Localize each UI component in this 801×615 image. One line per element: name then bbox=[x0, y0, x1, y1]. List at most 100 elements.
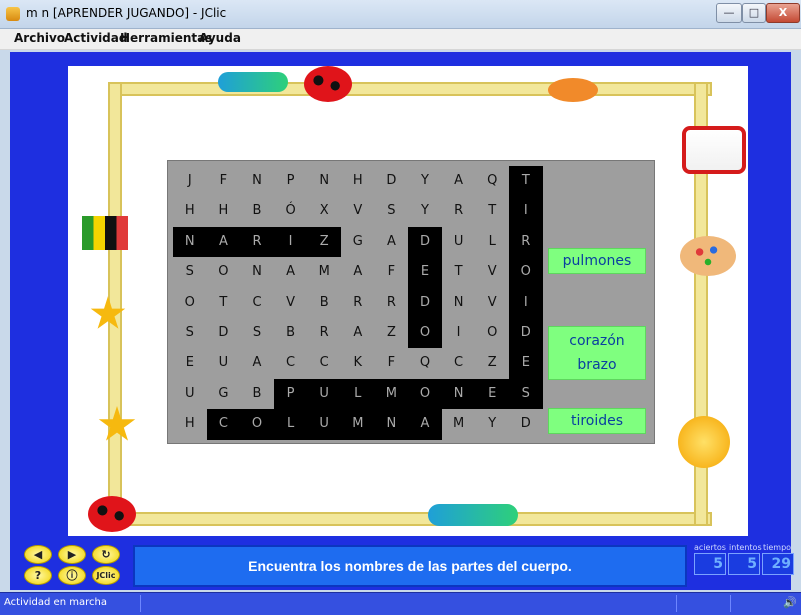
close-button[interactable]: X bbox=[766, 3, 800, 23]
grid-cell[interactable]: O bbox=[240, 409, 274, 440]
grid-cell[interactable]: C bbox=[206, 409, 241, 440]
grid-cell[interactable]: V bbox=[475, 288, 509, 318]
grid-cell[interactable]: A bbox=[274, 257, 308, 287]
grid-cell[interactable]: A bbox=[408, 409, 442, 440]
grid-cell[interactable]: H bbox=[207, 196, 241, 226]
grid-cell[interactable]: Q bbox=[475, 166, 509, 196]
grid-cell[interactable]: Z bbox=[307, 226, 341, 258]
grid-cell[interactable]: N bbox=[442, 288, 476, 318]
grid-cell[interactable]: U bbox=[173, 379, 207, 409]
reset-activity-button[interactable]: ↻ bbox=[92, 545, 120, 564]
grid-cell[interactable]: T bbox=[509, 166, 543, 197]
grid-cell[interactable]: S bbox=[173, 318, 207, 348]
grid-cell[interactable]: Q bbox=[408, 348, 442, 378]
grid-cell[interactable]: R bbox=[509, 226, 543, 258]
grid-cell[interactable]: R bbox=[442, 196, 476, 226]
grid-cell[interactable]: O bbox=[408, 378, 442, 410]
grid-cell[interactable]: F bbox=[375, 257, 409, 287]
grid-cell[interactable]: N bbox=[173, 226, 207, 258]
grid-cell[interactable]: Y bbox=[475, 409, 509, 439]
sound-icon[interactable]: 🔊 bbox=[783, 596, 797, 609]
grid-cell[interactable]: M bbox=[442, 409, 476, 439]
grid-cell[interactable]: I bbox=[273, 226, 308, 258]
grid-cell[interactable]: V bbox=[274, 288, 308, 318]
grid-cell[interactable]: B bbox=[274, 318, 308, 348]
maximize-button[interactable]: □ bbox=[742, 3, 766, 23]
grid-cell[interactable]: A bbox=[375, 227, 409, 257]
grid-cell[interactable]: N bbox=[240, 257, 274, 287]
grid-cell[interactable]: U bbox=[307, 409, 341, 440]
grid-cell[interactable]: I bbox=[442, 318, 476, 348]
grid-cell[interactable]: I bbox=[509, 287, 543, 318]
grid-cell[interactable]: U bbox=[307, 378, 341, 410]
grid-cell[interactable]: A bbox=[442, 166, 476, 196]
grid-cell[interactable]: L bbox=[273, 409, 308, 440]
grid-cell[interactable]: A bbox=[341, 318, 375, 348]
prev-activity-button[interactable]: ◀ bbox=[24, 545, 52, 564]
grid-cell[interactable]: D bbox=[207, 318, 241, 348]
help-button[interactable]: ? bbox=[24, 566, 52, 585]
grid-cell[interactable]: B bbox=[307, 288, 341, 318]
grid-cell[interactable]: K bbox=[341, 348, 375, 378]
grid-cell[interactable]: H bbox=[173, 409, 207, 439]
grid-cell[interactable]: Z bbox=[475, 348, 509, 378]
grid-cell[interactable]: Y bbox=[408, 166, 442, 196]
grid-cell[interactable]: N bbox=[307, 166, 341, 196]
grid-cell[interactable]: L bbox=[341, 378, 375, 410]
menu-archivo[interactable]: Archivo bbox=[14, 31, 65, 45]
grid-cell[interactable]: D bbox=[408, 287, 442, 318]
grid-cell[interactable]: O bbox=[475, 318, 509, 348]
grid-cell[interactable]: E bbox=[408, 257, 442, 288]
grid-cell[interactable]: X bbox=[307, 196, 341, 226]
grid-cell[interactable]: R bbox=[341, 288, 375, 318]
grid-cell[interactable]: M bbox=[307, 257, 341, 287]
grid-cell[interactable]: A bbox=[240, 348, 274, 378]
grid-cell[interactable]: O bbox=[173, 288, 207, 318]
grid-cell[interactable]: D bbox=[509, 318, 543, 349]
grid-cell[interactable]: L bbox=[475, 227, 509, 257]
grid-cell[interactable]: A bbox=[206, 226, 241, 258]
grid-cell[interactable]: C bbox=[442, 348, 476, 378]
grid-cell[interactable]: H bbox=[341, 166, 375, 196]
grid-cell[interactable]: G bbox=[207, 379, 241, 409]
grid-cell[interactable]: F bbox=[207, 166, 241, 196]
grid-cell[interactable]: R bbox=[307, 318, 341, 348]
grid-cell[interactable]: D bbox=[509, 409, 543, 439]
grid-cell[interactable]: T bbox=[207, 288, 241, 318]
grid-cell[interactable]: D bbox=[408, 226, 442, 258]
grid-cell[interactable]: T bbox=[475, 196, 509, 226]
grid-cell[interactable]: F bbox=[375, 348, 409, 378]
menu-actividad[interactable]: Actividad bbox=[64, 31, 127, 45]
grid-cell[interactable]: H bbox=[173, 196, 207, 226]
grid-cell[interactable]: B bbox=[240, 379, 274, 409]
minimize-button[interactable]: — bbox=[716, 3, 742, 23]
grid-cell[interactable]: P bbox=[273, 378, 308, 410]
grid-cell[interactable]: O bbox=[408, 318, 442, 349]
grid-cell[interactable]: O bbox=[509, 257, 543, 288]
word-search-grid[interactable]: JFNPNHDYAQTHHBÓXVSYRTINARIZGADULRSONAMAF… bbox=[167, 160, 655, 444]
grid-cell[interactable]: U bbox=[207, 348, 241, 378]
grid-cell[interactable]: J bbox=[173, 166, 207, 196]
grid-cell[interactable]: S bbox=[240, 318, 274, 348]
grid-cell[interactable]: T bbox=[442, 257, 476, 287]
grid-cell[interactable]: A bbox=[341, 257, 375, 287]
grid-cell[interactable]: V bbox=[341, 196, 375, 226]
grid-cell[interactable]: Z bbox=[375, 318, 409, 348]
grid-cell[interactable]: M bbox=[374, 378, 409, 410]
grid-cell[interactable]: E bbox=[509, 348, 543, 379]
menu-ayuda[interactable]: Ayuda bbox=[199, 31, 241, 45]
grid-cell[interactable]: C bbox=[307, 348, 341, 378]
grid-cell[interactable]: D bbox=[375, 166, 409, 196]
grid-cell[interactable]: I bbox=[509, 196, 543, 227]
grid-cell[interactable]: N bbox=[374, 409, 409, 440]
grid-cell[interactable]: U bbox=[442, 227, 476, 257]
grid-cell[interactable]: E bbox=[475, 378, 509, 410]
grid-cell[interactable]: B bbox=[240, 196, 274, 226]
grid-cell[interactable]: O bbox=[207, 257, 241, 287]
next-activity-button[interactable]: ▶ bbox=[58, 545, 86, 564]
grid-cell[interactable]: Y bbox=[408, 196, 442, 226]
grid-cell[interactable]: V bbox=[475, 257, 509, 287]
grid-cell[interactable]: S bbox=[509, 378, 543, 410]
info-button[interactable]: ⓘ bbox=[58, 566, 86, 585]
grid-cell[interactable]: N bbox=[441, 378, 476, 410]
